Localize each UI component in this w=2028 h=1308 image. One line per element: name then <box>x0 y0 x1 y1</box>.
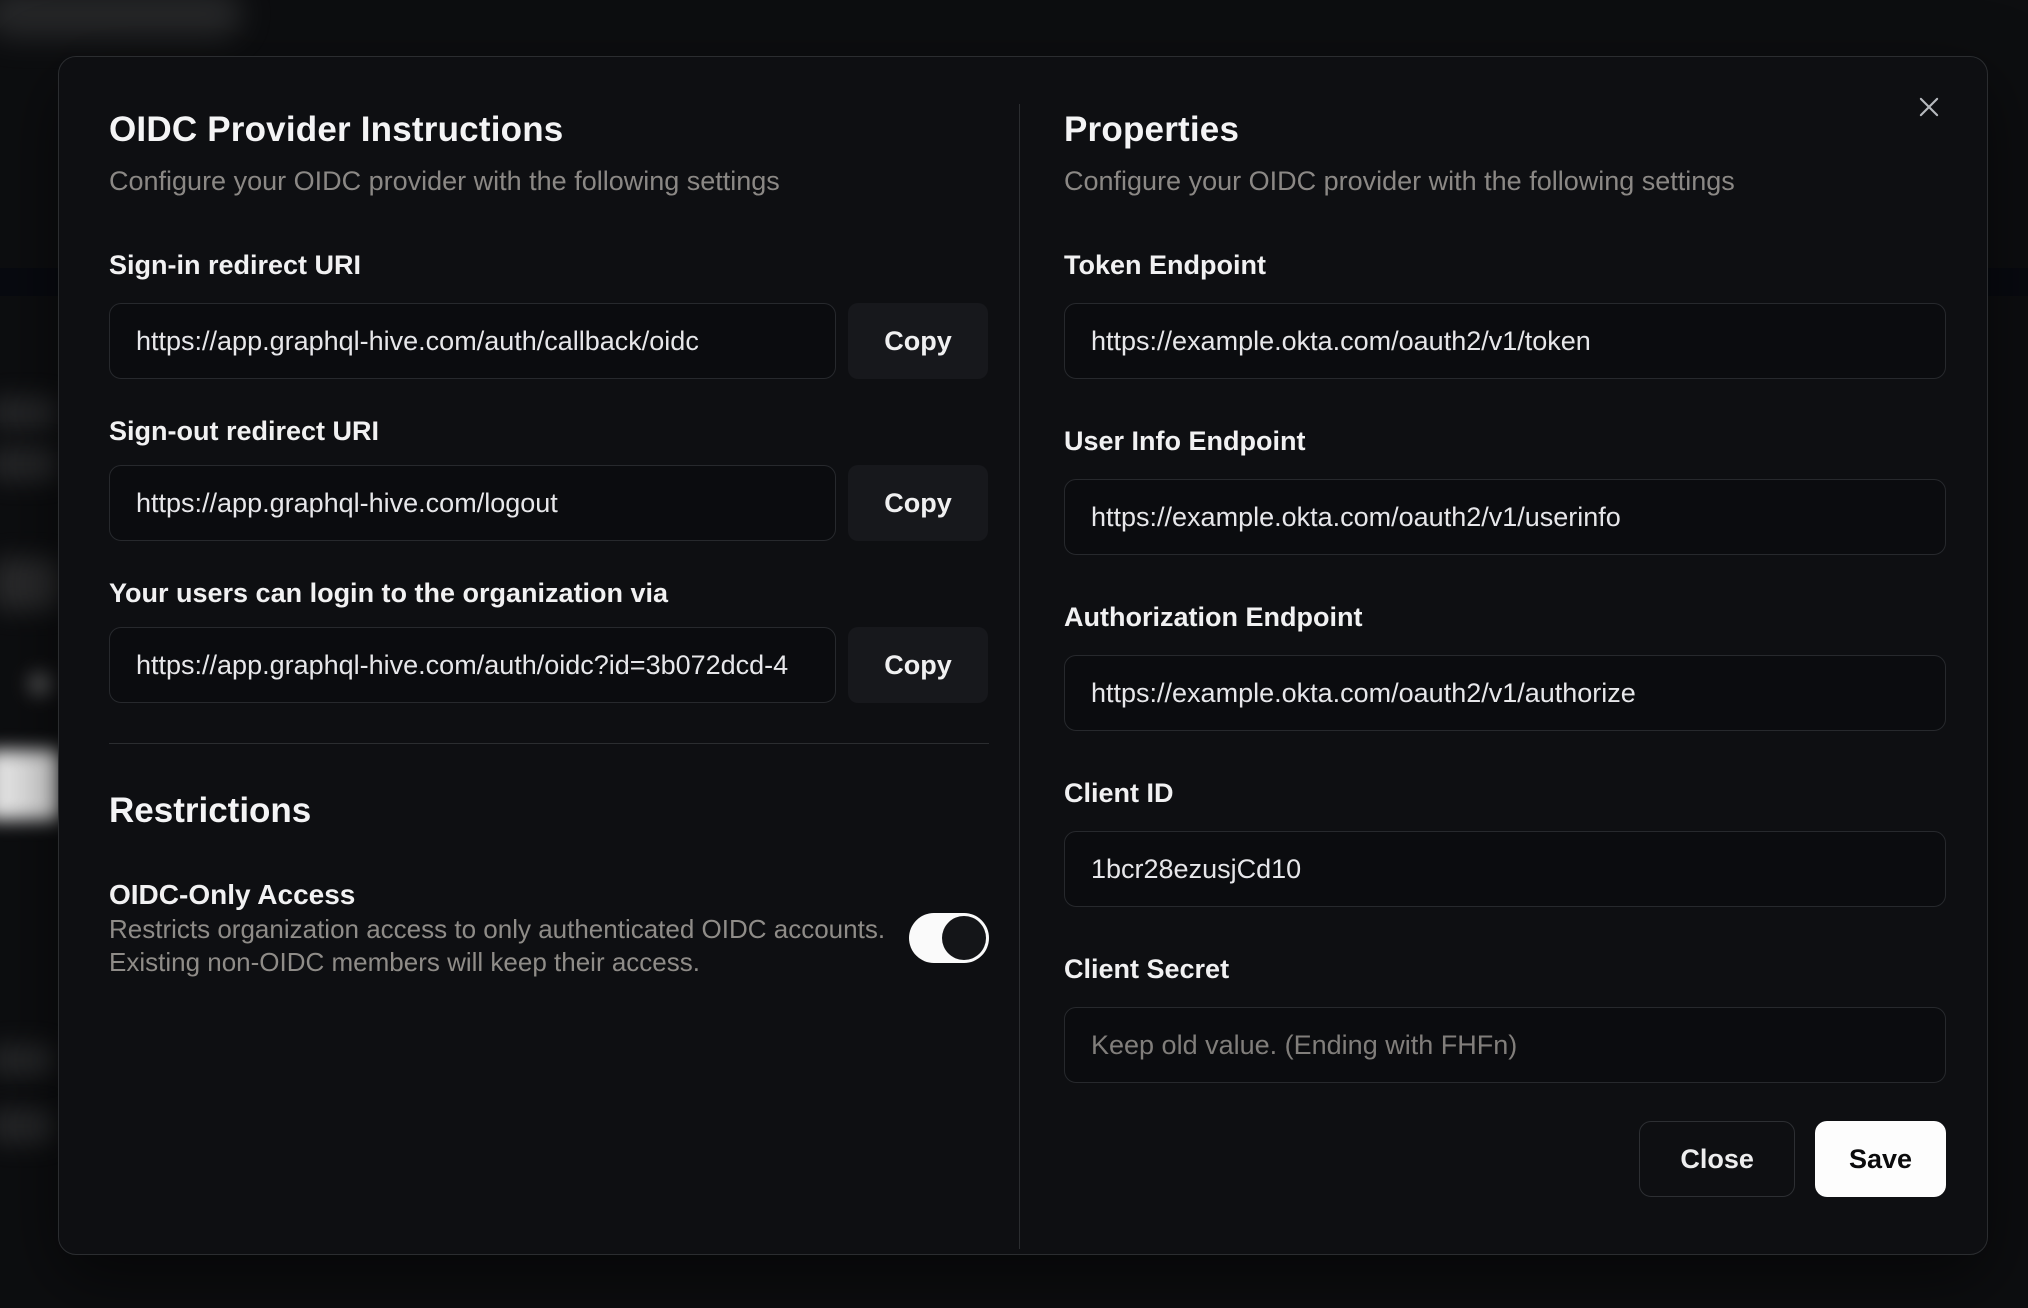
sign-in-redirect-uri-label: Sign-in redirect URI <box>109 250 362 280</box>
instructions-title: OIDC Provider Instructions <box>109 110 564 149</box>
oidc-only-access-toggle[interactable] <box>909 913 989 963</box>
client-secret-input[interactable] <box>1064 1007 1946 1083</box>
authorization-endpoint-input[interactable] <box>1064 655 1946 731</box>
organization-login-uri-label: Your users can login to the organization… <box>109 578 669 608</box>
oidc-only-access-description-line1: Restricts organization access to only au… <box>109 914 886 944</box>
background-blur-artifact <box>0 750 60 820</box>
instructions-subtitle: Configure your OIDC provider with the fo… <box>109 166 780 196</box>
copy-organization-login-uri-button[interactable]: Copy <box>848 627 988 703</box>
background-blur-artifact <box>0 396 58 430</box>
token-endpoint-label: Token Endpoint <box>1064 250 1266 280</box>
sign-in-redirect-uri-row: Copy <box>109 303 989 379</box>
copy-sign-out-uri-button[interactable]: Copy <box>848 465 988 541</box>
oidc-only-access-text: OIDC-Only Access Restricts organization … <box>109 877 885 979</box>
client-id-label: Client ID <box>1064 778 1174 808</box>
properties-title: Properties <box>1064 110 1240 149</box>
authorization-endpoint-label: Authorization Endpoint <box>1064 602 1363 632</box>
properties-pane: Properties Configure your OIDC provider … <box>1064 57 1946 1254</box>
oidc-only-access-label: OIDC-Only Access <box>109 879 356 910</box>
background-blur-artifact <box>0 558 60 610</box>
section-divider <box>109 743 989 744</box>
sign-out-redirect-uri-row: Copy <box>109 465 989 541</box>
user-info-endpoint-input[interactable] <box>1064 479 1946 555</box>
oidc-settings-dialog: OIDC Provider Instructions Configure you… <box>58 56 1988 1255</box>
client-secret-label: Client Secret <box>1064 954 1230 984</box>
oidc-only-access-row: OIDC-Only Access Restricts organization … <box>109 877 989 979</box>
background-blur-artifact <box>0 1044 54 1076</box>
oidc-only-access-description-line2: Existing non-OIDC members will keep thei… <box>109 947 700 977</box>
properties-subtitle: Configure your OIDC provider with the fo… <box>1064 166 1735 196</box>
close-button[interactable]: Close <box>1639 1121 1795 1197</box>
background-blur-artifact <box>0 446 58 482</box>
toggle-knob <box>942 916 986 960</box>
sign-in-redirect-uri-input[interactable] <box>109 303 836 379</box>
user-info-endpoint-label: User Info Endpoint <box>1064 426 1306 456</box>
background-blur-artifact <box>0 1108 54 1144</box>
token-endpoint-input[interactable] <box>1064 303 1946 379</box>
copy-sign-in-uri-button[interactable]: Copy <box>848 303 988 379</box>
sign-out-redirect-uri-input[interactable] <box>109 465 836 541</box>
column-divider <box>1019 104 1020 1249</box>
background-blur-artifact <box>28 672 52 696</box>
save-button[interactable]: Save <box>1814 1121 1946 1197</box>
client-id-input[interactable] <box>1064 831 1946 907</box>
sign-out-redirect-uri-label: Sign-out redirect URI <box>109 416 380 446</box>
instructions-pane: OIDC Provider Instructions Configure you… <box>109 57 989 1254</box>
background-blur-artifact <box>0 0 242 38</box>
dialog-footer: Close Save <box>1639 1121 1946 1197</box>
organization-login-uri-row: Copy <box>109 627 989 703</box>
restrictions-title: Restrictions <box>109 791 312 830</box>
organization-login-uri-input[interactable] <box>109 627 836 703</box>
